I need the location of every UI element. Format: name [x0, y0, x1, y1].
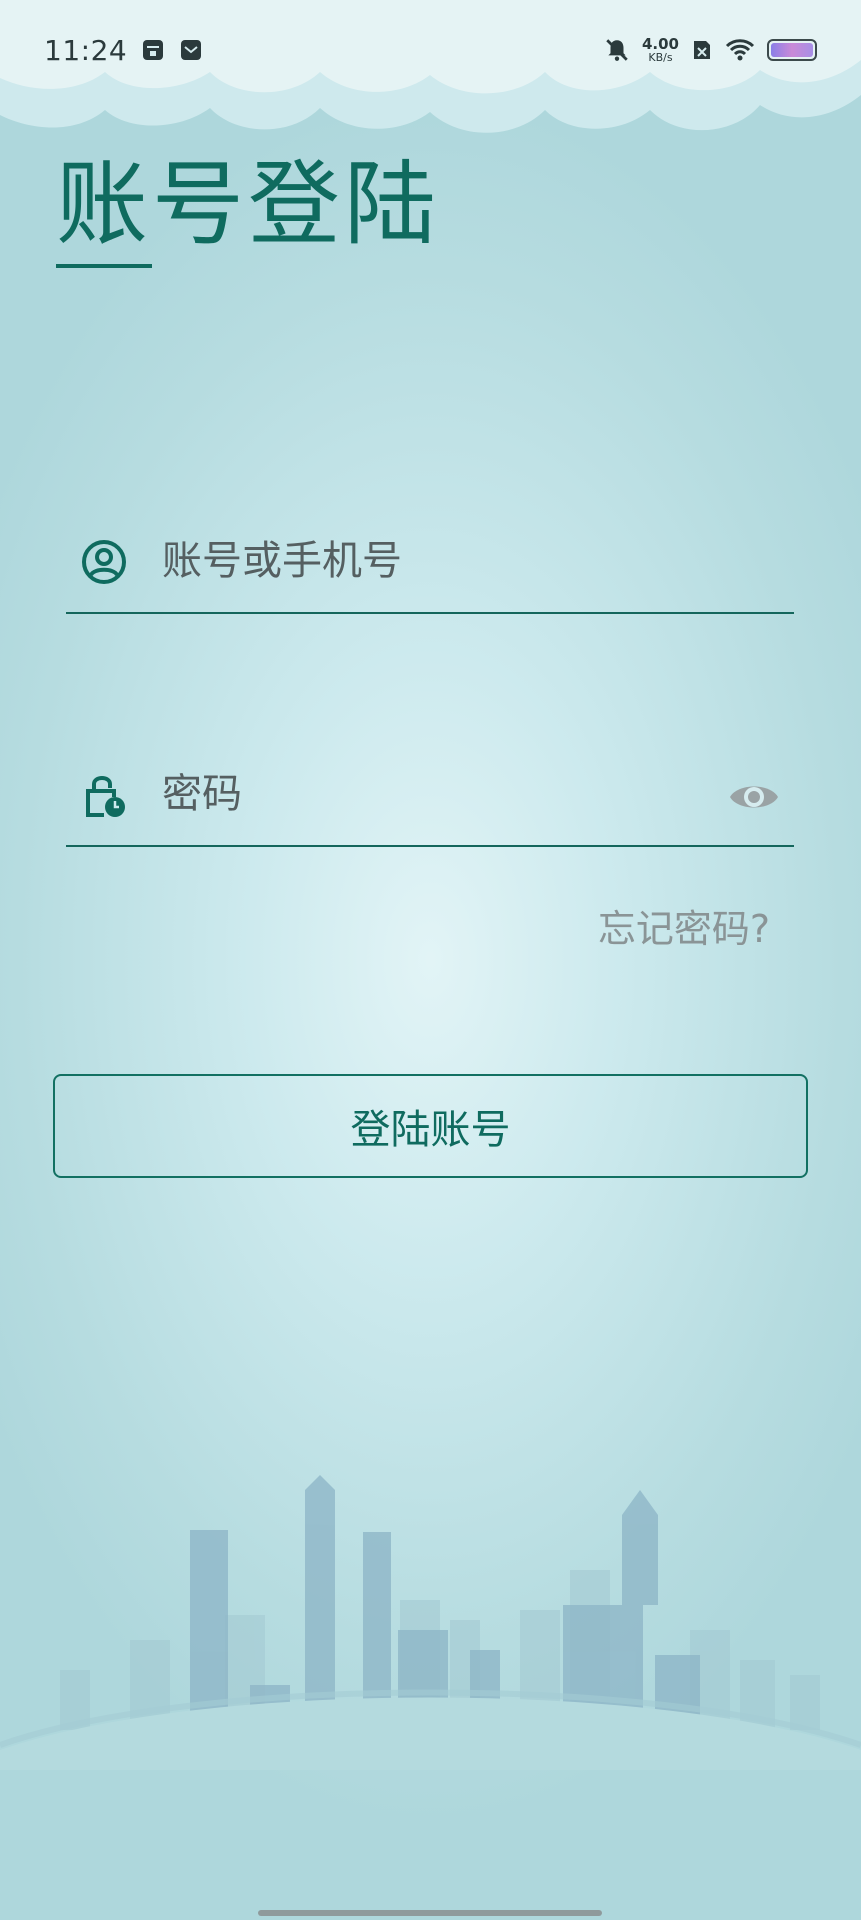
- login-button[interactable]: 登陆账号: [53, 1074, 808, 1178]
- status-bar: 11:24 4.00 KB/s: [0, 0, 861, 100]
- battery-icon: [767, 39, 817, 61]
- home-indicator[interactable]: [258, 1910, 602, 1916]
- mail-app-icon: [181, 40, 202, 60]
- no-sim-icon: [694, 41, 710, 59]
- mute-bell-icon: [606, 39, 628, 61]
- password-input[interactable]: [160, 765, 684, 823]
- page-title: 账号登陆: [56, 151, 441, 258]
- account-input[interactable]: [160, 532, 684, 590]
- lock-clock-icon: [86, 776, 125, 817]
- user-circle-icon: [82, 540, 126, 584]
- account-field: [66, 502, 794, 614]
- status-time: 11:24: [44, 33, 128, 67]
- title-underline: [56, 264, 152, 268]
- battery-level: [771, 43, 813, 57]
- city-skyline-illustration: [0, 1475, 861, 1770]
- forgot-password-link[interactable]: 忘记密码?: [598, 898, 770, 953]
- calendar-app-icon: [143, 40, 164, 60]
- wifi-icon: [725, 39, 755, 61]
- password-field: [66, 735, 794, 847]
- network-speed: 4.00 KB/s: [641, 35, 679, 64]
- eye-icon[interactable]: [728, 775, 780, 819]
